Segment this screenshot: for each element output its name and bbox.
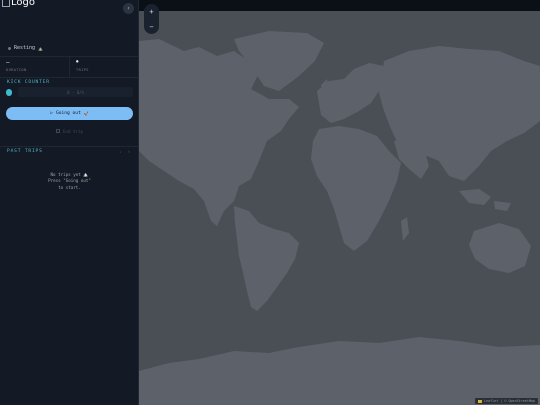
end-trip-label: End trip (62, 128, 84, 134)
kick-icon[interactable] (6, 88, 12, 96)
sidebar: Logo ‹ Resting ⛰️ — DURATION ⏺ TRIPS KIC… (0, 0, 139, 405)
status-label: Resting (14, 45, 36, 51)
status-indicator: Resting ⛰️ (8, 45, 43, 51)
map-attribution[interactable]: Leaflet | © OpenStreetMap (474, 398, 538, 404)
trip-icon: ⏺ (76, 59, 79, 65)
world-map-land (139, 31, 540, 405)
going-out-emoji: 🚀 (83, 111, 89, 116)
download-icon[interactable]: ↓ (119, 149, 121, 154)
kick-counter-field[interactable]: 0 · 0/h (18, 87, 133, 97)
past-trips-title: PAST TRIPS (7, 149, 43, 154)
play-icon: ▷ (50, 111, 53, 116)
broken-image-icon (2, 0, 10, 7)
empty-state-line-3: to start. (58, 184, 81, 190)
stat-trips-label: TRIPS (76, 68, 89, 72)
chevron-left-icon: ‹ (126, 5, 131, 12)
status-dot (8, 46, 11, 50)
logo-alt-text: Logo (11, 0, 35, 8)
kick-counter-row: 0 · 0/h (6, 86, 133, 98)
empty-state: No trips yet 🏔️ Press "Going out" to sta… (0, 172, 139, 191)
logo: Logo (2, 0, 35, 8)
status-emoji: ⛰️ (38, 45, 44, 51)
stat-duration-value: — (6, 59, 10, 66)
kick-counter-title: KICK COUNTER (7, 80, 50, 85)
zoom-out-button[interactable]: − (149, 23, 153, 31)
flag-icon (477, 399, 482, 403)
stat-duration-label: DURATION (6, 68, 27, 72)
end-trip-button[interactable]: End trip (6, 126, 133, 136)
going-out-button[interactable]: ▷ Going out 🚀 (6, 107, 133, 120)
stats-row: — DURATION ⏺ TRIPS (0, 56, 139, 78)
world-map[interactable] (139, 11, 540, 405)
collapse-sidebar-button[interactable]: ‹ (123, 3, 134, 14)
stat-trips: ⏺ TRIPS (69, 57, 139, 77)
stat-duration: — DURATION (0, 57, 69, 77)
going-out-label: Going out (55, 111, 81, 116)
clear-icon[interactable]: ✕ (128, 149, 130, 154)
attribution-text: Leaflet | © OpenStreetMap (483, 399, 535, 403)
past-trips-actions: ↓ ✕ (119, 149, 130, 154)
zoom-in-button[interactable]: + (149, 8, 153, 16)
stop-icon (55, 129, 60, 133)
zoom-control: + − (144, 4, 159, 34)
